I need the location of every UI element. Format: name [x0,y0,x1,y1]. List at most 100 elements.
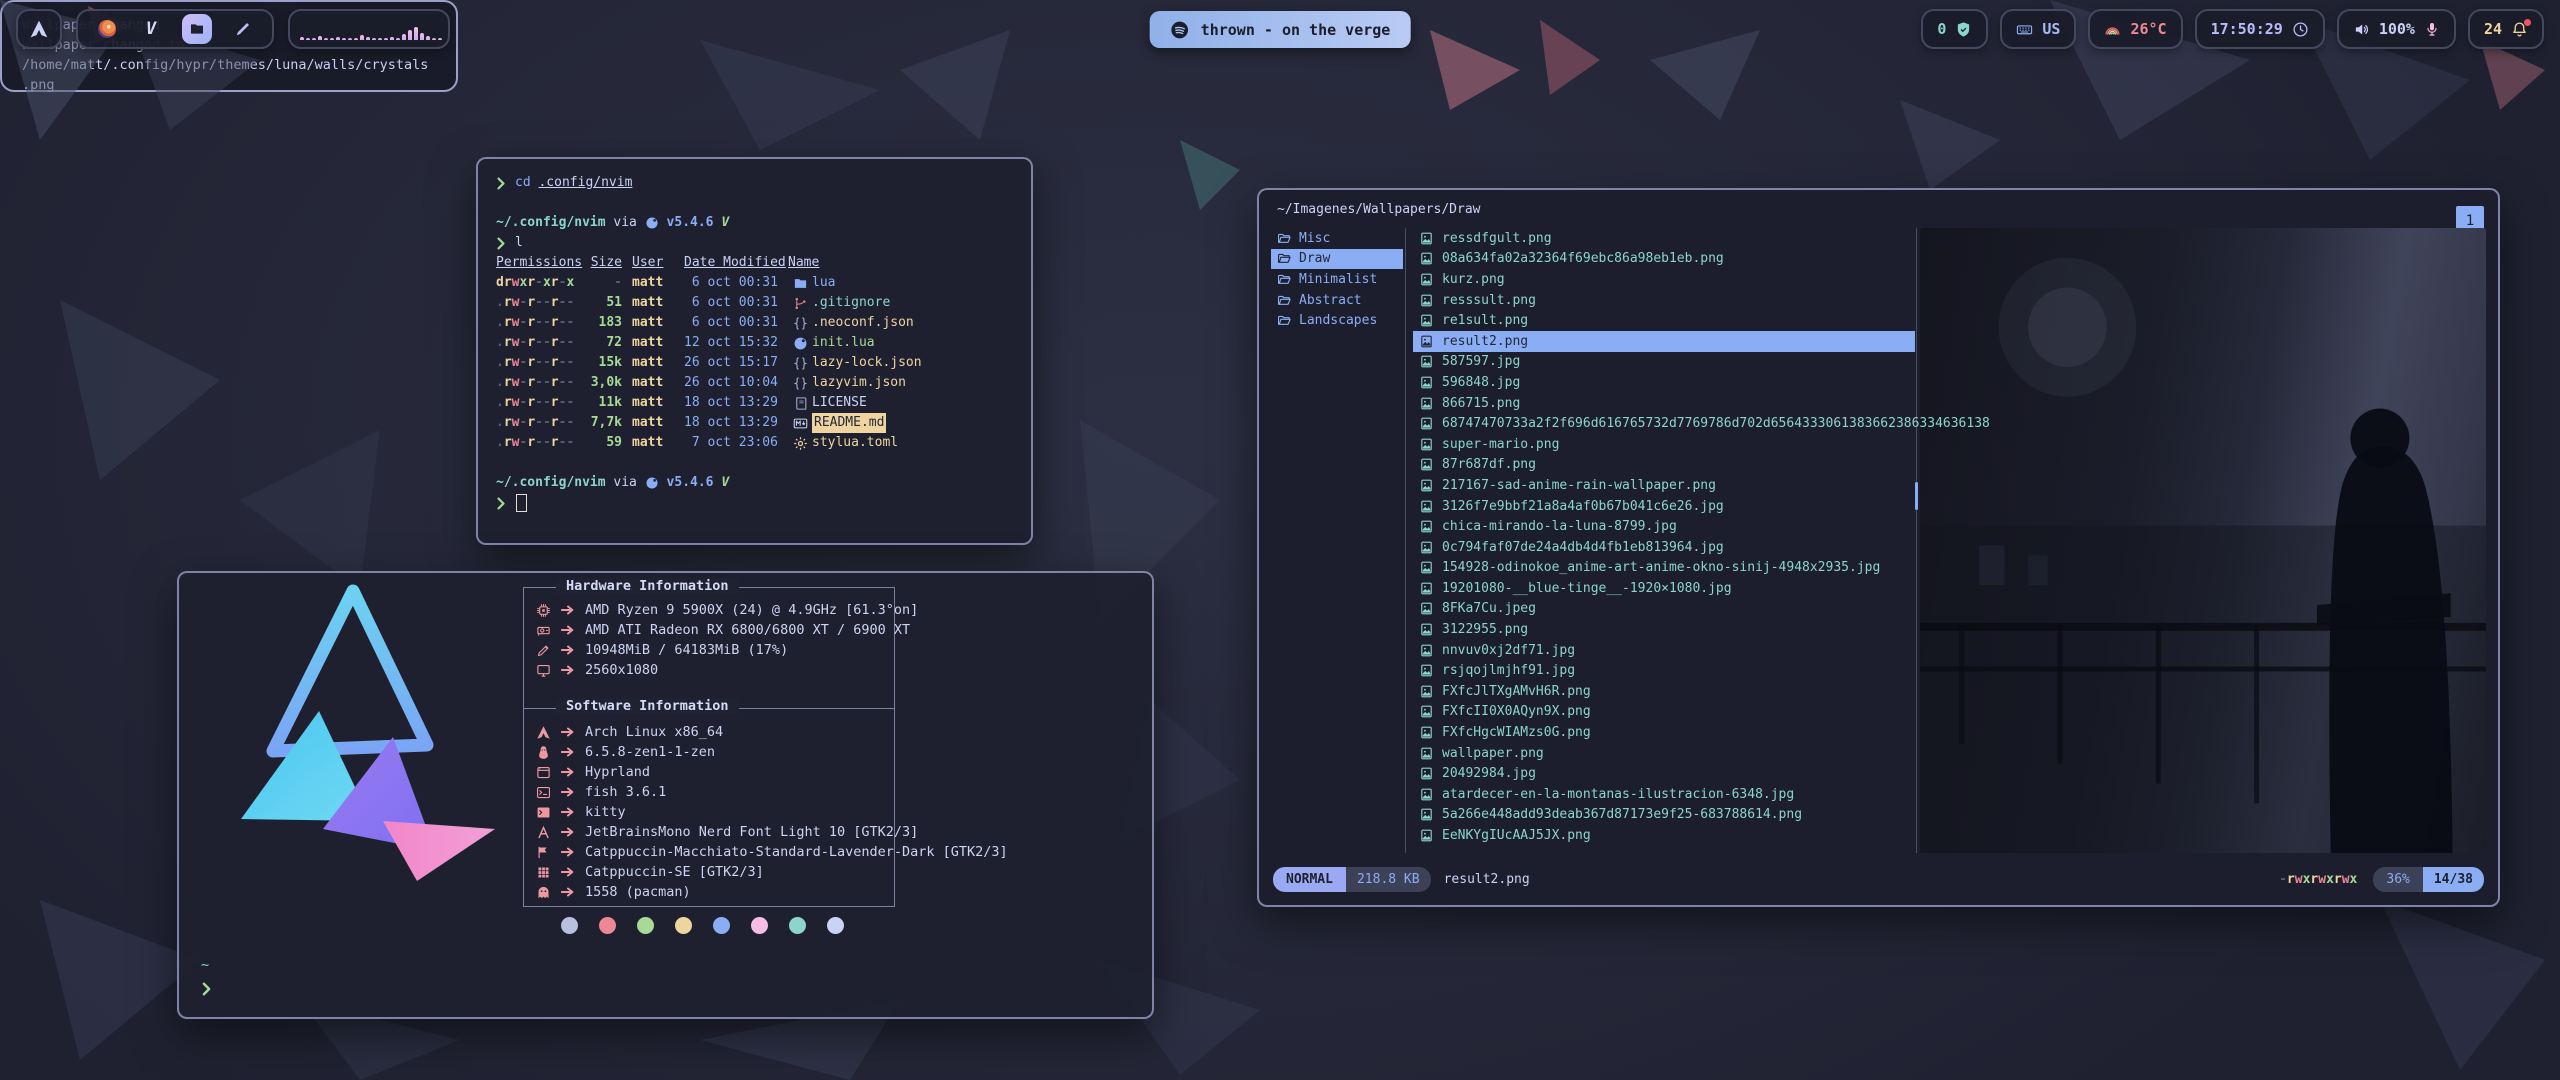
file-row[interactable]: 68747470733a2f2f696d616765732d7769786d70… [1413,413,1915,434]
file-row[interactable]: ressdfgult.png [1413,228,1915,249]
tray-module-weather[interactable]: 26°C [2088,9,2182,49]
file-row[interactable]: 3126f7e9bbf21a8a4af0b67b041c6e26.jpg [1413,496,1915,517]
ls-column-header: Size [584,253,622,273]
terminal-input-line[interactable] [496,493,1013,513]
file-name: .gitignore [812,293,890,313]
markdown-file-icon [793,416,808,431]
folder-open-icon [1277,272,1292,287]
workspace-design[interactable] [230,16,256,42]
terminal-window[interactable]: cd .config/nvim ~/.config/nvim via v5.4.… [476,157,1033,545]
file-name: super-mario.png [1442,437,1559,452]
file-row[interactable]: 866715.png [1413,393,1915,414]
app-launcher-button[interactable] [16,9,62,49]
arrow-icon [561,865,575,879]
file-row[interactable]: result2.png [1413,331,1915,352]
distro-logo [203,583,503,883]
palette-dot [751,917,768,934]
file-row[interactable]: super-mario.png [1413,434,1915,455]
file-row[interactable]: kurz.png [1413,269,1915,290]
file-row[interactable]: resssult.png [1413,290,1915,311]
scrollbar-thumb[interactable] [1915,482,1918,510]
image-file-icon [1419,704,1434,719]
visualizer-bar [330,38,334,40]
workspace-browser[interactable] [94,16,120,42]
sidebar-folder-abstract[interactable]: Abstract [1271,290,1403,311]
topbar-tray: 0 US 26°C 17:50:29 100% 24 [1921,9,2544,49]
file-row[interactable]: 596848.jpg [1413,372,1915,393]
file-row[interactable]: 587597.jpg [1413,352,1915,373]
file-row[interactable]: 8FKa7Cu.jpeg [1413,599,1915,620]
file-row[interactable]: re1sult.png [1413,310,1915,331]
arrow-icon [561,825,575,839]
tray-module-notifications[interactable]: 24 [2468,9,2544,49]
image-file-icon [1419,560,1434,575]
media-player-widget[interactable]: thrown - on the verge [1150,11,1411,48]
terminal-command-line: l [496,233,1013,253]
weather-value: 26°C [2130,20,2166,38]
file-name: FXfcHgcWIAMzs0G.png [1442,725,1591,740]
image-file-icon [1419,354,1434,369]
file-row[interactable]: FXfcHgcWIAMzs0G.png [1413,722,1915,743]
file-row[interactable]: 154928-odinokoe_anime-art-anime-okno-sin… [1413,558,1915,579]
image-file-icon [1419,622,1434,637]
workspace-editor[interactable]: V [138,16,164,42]
tray-module-updates[interactable]: 0 [1921,9,1988,49]
tray-module-audio[interactable]: 100% [2337,9,2456,49]
file-name: 08a634fa02a32364f69ebc86a98eb1eb.png [1442,251,1724,266]
tray-module-keyboard-layout[interactable]: US [2000,9,2076,49]
file-row[interactable]: 0c794faf07de24a4db4d4fb1eb813964.jpg [1413,537,1915,558]
visualizer-bar [372,38,376,40]
system-info-window[interactable]: Hardware Information AMD Ryzen 9 5900X (… [177,571,1154,1019]
palette-dot [561,917,578,934]
file-name: atardecer-en-la-montanas-ilustracion-634… [1442,787,1794,802]
file-row[interactable]: EeNKYgIUcAAJ5JX.png [1413,825,1915,846]
workspace-switcher[interactable]: V [76,9,274,49]
file-name: 866715.png [1442,396,1520,411]
hardware-section-title: Hardware Information [556,578,739,594]
prompt-chevron-icon [496,177,506,190]
file-name: 3126f7e9bbf21a8a4af0b67b041c6e26.jpg [1442,499,1724,514]
file-row[interactable]: chica-mirando-la-luna-8799.jpg [1413,516,1915,537]
file-name: wallpaper.png [1442,746,1544,761]
sidebar-folder-draw[interactable]: Draw [1271,249,1403,270]
info-row: Catppuccin-Macchiato-Standard-Lavender-D… [536,842,1094,862]
prompt-via: via [613,213,636,233]
image-file-icon [1419,787,1434,802]
file-row[interactable]: 20492984.jpg [1413,763,1915,784]
file-manager-window[interactable]: ~/Imagenes/Wallpapers/Draw 1 MiscDrawMin… [1257,188,2500,907]
arrow-icon [561,643,575,657]
visualizer-bar [414,27,418,40]
file-row[interactable]: nnvuv0xj2df71.jpg [1413,640,1915,661]
file-row[interactable]: wallpaper.png [1413,743,1915,764]
file-row[interactable]: 217167-sad-anime-rain-wallpaper.png [1413,475,1915,496]
file-name: README.md [812,413,886,433]
file-name: result2.png [1442,334,1528,349]
sidebar-folder-minimalist[interactable]: Minimalist [1271,269,1403,290]
file-row[interactable]: rsjqojlmjhf91.jpg [1413,660,1915,681]
file-row[interactable]: 5a266e448add93deab367d87173e9f25-6837886… [1413,805,1915,826]
workspace-files[interactable] [182,14,212,44]
file-row[interactable]: FXfcII0X0AQyn9X.png [1413,702,1915,723]
file-row[interactable]: 3122955.png [1413,619,1915,640]
folder-label: Landscapes [1299,313,1377,328]
tray-module-clock[interactable]: 17:50:29 [2195,9,2325,49]
file-row[interactable]: 87r687df.png [1413,455,1915,476]
info-value: AMD Ryzen 9 5900X (24) @ 4.9GHz [61.3°on… [585,602,918,618]
sidebar-folder-landscapes[interactable]: Landscapes [1271,310,1403,331]
image-file-icon [1419,540,1434,555]
file-row[interactable]: 19201080-__blue-tinge__-1920×1080.jpg [1413,578,1915,599]
info-row: 1558 (pacman) [536,882,1094,902]
sidebar-folder-misc[interactable]: Misc [1271,228,1403,249]
file-row[interactable]: 08a634fa02a32364f69ebc86a98eb1eb.png [1413,249,1915,270]
arrow-icon [561,725,575,739]
now-playing-label: thrown - on the verge [1201,21,1391,39]
breadcrumb-path: ~/Imagenes/Wallpapers/Draw [1277,202,1481,217]
file-name: nnvuv0xj2df71.jpg [1442,643,1575,658]
file-name: ressdfgult.png [1442,231,1552,246]
file-row[interactable]: FXfcJlTXgAMvH6R.png [1413,681,1915,702]
visualizer-bar [402,34,406,40]
image-file-icon [1419,334,1434,349]
prompt-chevron-icon [496,237,506,250]
prompt-chevron-icon[interactable] [201,982,212,996]
file-row[interactable]: atardecer-en-la-montanas-ilustracion-634… [1413,784,1915,805]
